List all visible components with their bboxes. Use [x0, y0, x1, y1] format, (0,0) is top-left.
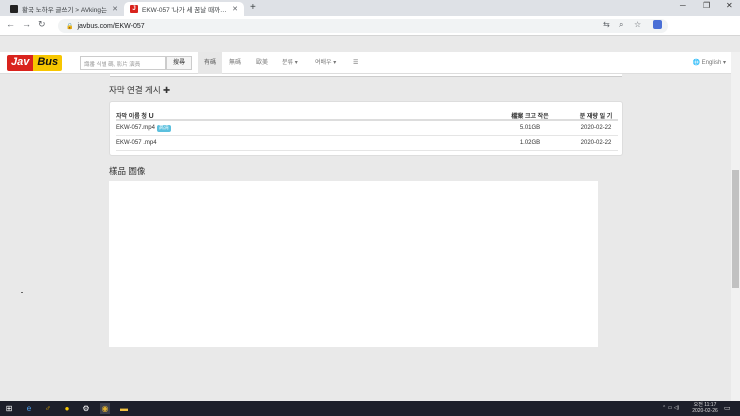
forward-icon[interactable]: →: [22, 19, 31, 29]
site-header: Jav Bus 識番 식별 碼, 影片 演員 搜尋 有碼 無碼 歐美 분류 ▾ …: [0, 52, 740, 74]
nav-genre[interactable]: 분류 ▾: [276, 52, 304, 74]
close-icon[interactable]: ✕: [232, 5, 238, 13]
table-header-row: 자막 이름 청 U 檔案 크고 작은 분 재량 일 기: [116, 107, 618, 121]
browser-tab-2[interactable]: J EKW-057 '나가 세 꿈날 때까지 ' ✕: [124, 2, 244, 16]
scrollbar-thumb[interactable]: [732, 170, 739, 288]
table-row[interactable]: EKW-057.mp4 高清 5.01GB 2020-02-22: [116, 121, 618, 136]
scrollbar[interactable]: [731, 52, 740, 401]
address-bar: ← → ↻ 🔒 javbus.com/EKW-057 ⇆ ⌕ ☆: [0, 16, 740, 36]
windows-start-icon[interactable]: ⊞: [4, 403, 14, 414]
app-icon[interactable]: ⚙: [81, 403, 91, 414]
col-name-header: 자막 이름 청 U: [116, 111, 154, 120]
close-icon[interactable]: ✕: [112, 5, 118, 13]
magnet-section-title: 자막 연결 게시 ✚: [109, 84, 170, 96]
magnet-icon: U: [148, 113, 154, 120]
info-panel-bottom-edge: [110, 74, 622, 77]
col-date-header: 분 재량 일 기: [579, 114, 613, 120]
nav-menu[interactable]: ☰: [347, 52, 364, 74]
site-logo[interactable]: Jav Bus: [7, 55, 63, 71]
nav-western[interactable]: 歐美: [250, 52, 274, 74]
search-input[interactable]: 識番 식별 碼, 影片 演員: [80, 56, 166, 70]
close-window-icon[interactable]: ✕: [726, 1, 733, 10]
chrome-icon[interactable]: ◉: [100, 403, 110, 414]
zoom-icon[interactable]: ⌕: [619, 20, 623, 30]
stray-mark: [21, 292, 23, 293]
magnet-date[interactable]: 2020-02-22: [546, 140, 646, 146]
browser-tab-1[interactable]: 황국 노하우 글쓰기 > AVking는 ✕: [4, 2, 124, 16]
sample-images-area[interactable]: [109, 181, 598, 347]
translate-icon[interactable]: ⇆: [603, 20, 610, 29]
url-text: javbus.com/EKW-057: [77, 22, 145, 30]
reload-icon[interactable]: ↻: [38, 19, 46, 30]
col-name-label: 자막 이름 청: [116, 114, 147, 120]
plus-icon[interactable]: ✚: [163, 85, 170, 95]
notification-icon[interactable]: ▭: [724, 402, 731, 415]
magnet-name[interactable]: EKW-057.mp4 高清: [116, 125, 171, 132]
minimize-icon[interactable]: ─: [680, 1, 686, 10]
javbus-favicon-icon: J: [130, 5, 138, 13]
search-button[interactable]: 搜尋: [166, 56, 192, 70]
file-explorer-icon[interactable]: ▬: [119, 403, 129, 414]
kakaotalk-icon[interactable]: ●: [62, 403, 72, 414]
table-row[interactable]: EKW-057 .mp4 1.02GB 2020-02-22: [116, 136, 618, 151]
nav-actresses[interactable]: 여배우 ▾: [309, 52, 342, 74]
chevron-down-icon: ▾: [722, 60, 726, 66]
language-label: English: [701, 60, 722, 66]
globe-icon: 🌐: [692, 60, 700, 66]
restore-icon[interactable]: ❐: [703, 1, 710, 10]
tab-title: EKW-057 '나가 세 꿈날 때까지 ': [142, 7, 229, 14]
back-icon[interactable]: ←: [6, 19, 15, 29]
logo-part-bus: Bus: [33, 55, 63, 71]
site-favicon-icon: [10, 5, 18, 13]
extension-icon[interactable]: [653, 20, 662, 29]
windows-taskbar: ⊞ e ♂ ● ⚙ ◉ ▬ ⌃ ▭ ◁) 오전 11:17 2020-02-26…: [0, 401, 740, 416]
tray-icons[interactable]: ⌃ ▭ ◁): [662, 402, 679, 415]
sample-images-title: 樣品 圖像: [109, 166, 146, 176]
nav-uncensored[interactable]: 無碼: [223, 52, 247, 74]
app-icon[interactable]: ♂: [43, 403, 53, 414]
magnet-table: 자막 이름 청 U 檔案 크고 작은 분 재량 일 기 EKW-057.mp4 高…: [116, 107, 618, 151]
magnet-title-text: 자막 연결 게시: [109, 85, 161, 95]
clock-date: 2020-02-26: [692, 408, 718, 414]
lock-icon: 🔒: [66, 23, 74, 30]
language-selector[interactable]: 🌐 English ▾: [692, 52, 726, 74]
magnet-name-text[interactable]: EKW-057.mp4: [116, 125, 155, 131]
magnet-name[interactable]: EKW-057 .mp4: [116, 140, 157, 146]
nav-censored[interactable]: 有碼: [198, 52, 223, 74]
magnet-date[interactable]: 2020-02-22: [546, 125, 646, 131]
edge-browser-icon[interactable]: e: [24, 403, 34, 414]
browser-tab-strip: 황국 노하우 글쓰기 > AVking는 ✕ J EKW-057 '나가 세 꿈…: [0, 0, 740, 16]
url-field[interactable]: 🔒 javbus.com/EKW-057: [58, 19, 668, 33]
logo-part-jav: Jav: [7, 55, 34, 71]
magnet-table-card: 자막 이름 청 U 檔案 크고 작은 분 재량 일 기 EKW-057.mp4 高…: [109, 101, 623, 156]
clock[interactable]: 오전 11:17 2020-02-26: [688, 402, 722, 414]
tab-title: 황국 노하우 글쓰기 > AVking는: [22, 7, 107, 14]
hd-tag: 高清: [156, 125, 171, 132]
bookmark-star-icon[interactable]: ☆: [634, 20, 641, 29]
new-tab-icon[interactable]: +: [250, 2, 256, 13]
